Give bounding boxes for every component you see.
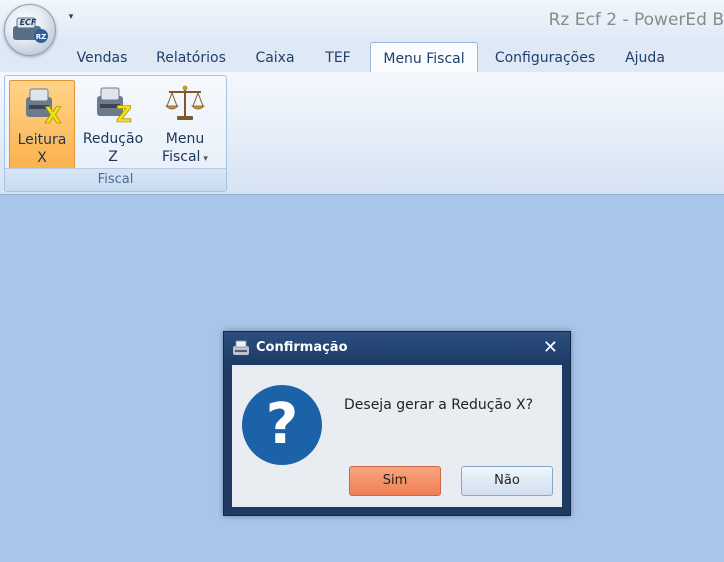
tab-caixa[interactable]: Caixa (245, 42, 305, 72)
title-bar: ▾ Rz Ecf 2 - PowerEd B (0, 0, 724, 42)
dialog-message: Deseja gerar a Redução X? (344, 397, 534, 413)
leitura-x-button[interactable]: X Leitura X (9, 80, 75, 170)
menu-fiscal-label-line1: Menu (165, 131, 205, 147)
close-icon[interactable]: ✕ (543, 332, 558, 364)
leitura-x-label-line1: Leitura (17, 132, 67, 148)
printer-x-icon: X (26, 88, 62, 127)
logo-text: ECF (20, 18, 37, 27)
tab-tef[interactable]: TEF (315, 42, 361, 72)
tab-vendas[interactable]: Vendas (66, 42, 138, 72)
logo-subtext: RZ (36, 33, 46, 41)
svg-text:X: X (45, 104, 62, 127)
dialog-title: Confirmação (256, 340, 348, 355)
dialog-body: ? Deseja gerar a Redução X? Sim Não (232, 365, 562, 507)
ribbon-tabs: Vendas Relatórios Caixa TEF Menu Fiscal … (0, 42, 724, 73)
quick-access-toolbar-dropdown[interactable]: ▾ (64, 10, 78, 24)
svg-text:Z: Z (116, 103, 132, 126)
ecf-logo-icon: ECF RZ (13, 17, 48, 43)
window-title: Rz Ecf 2 - PowerEd B (548, 10, 724, 30)
dialog-title-bar[interactable]: Confirmação ✕ (224, 332, 570, 364)
tab-configuracoes[interactable]: Configurações (486, 42, 604, 72)
ribbon-group-label: Fiscal (5, 168, 226, 191)
menu-fiscal-dropdown-button[interactable]: Menu Fiscal ▾ (153, 80, 217, 168)
reducao-z-button[interactable]: Z Redução Z (81, 80, 145, 168)
scales-icon (165, 85, 205, 120)
reducao-z-label-line2: Z (108, 149, 118, 165)
printer-z-icon: Z (97, 87, 132, 126)
ribbon-panel: X Leitura X Z Redução Z Menu Fiscal ▾ Fi… (0, 72, 724, 195)
reducao-z-label-line1: Redução (82, 131, 144, 147)
menu-fiscal-label-line2: Fiscal (162, 149, 201, 165)
tab-relatorios[interactable]: Relatórios (148, 42, 234, 72)
chevron-down-icon: ▾ (203, 154, 208, 164)
nao-button[interactable]: Não (461, 466, 553, 496)
confirmation-dialog: Confirmação ✕ ? Deseja gerar a Redução X… (223, 331, 571, 516)
tab-ajuda[interactable]: Ajuda (612, 42, 678, 72)
ribbon-group-fiscal: X Leitura X Z Redução Z Menu Fiscal ▾ Fi… (4, 75, 227, 192)
tab-menu-fiscal[interactable]: Menu Fiscal (370, 42, 478, 73)
sim-button[interactable]: Sim (349, 466, 441, 496)
application-menu-button[interactable]: ECF RZ (4, 4, 56, 56)
question-icon: ? (242, 385, 322, 465)
leitura-x-label-line2: X (37, 150, 47, 166)
printer-icon (233, 340, 249, 355)
